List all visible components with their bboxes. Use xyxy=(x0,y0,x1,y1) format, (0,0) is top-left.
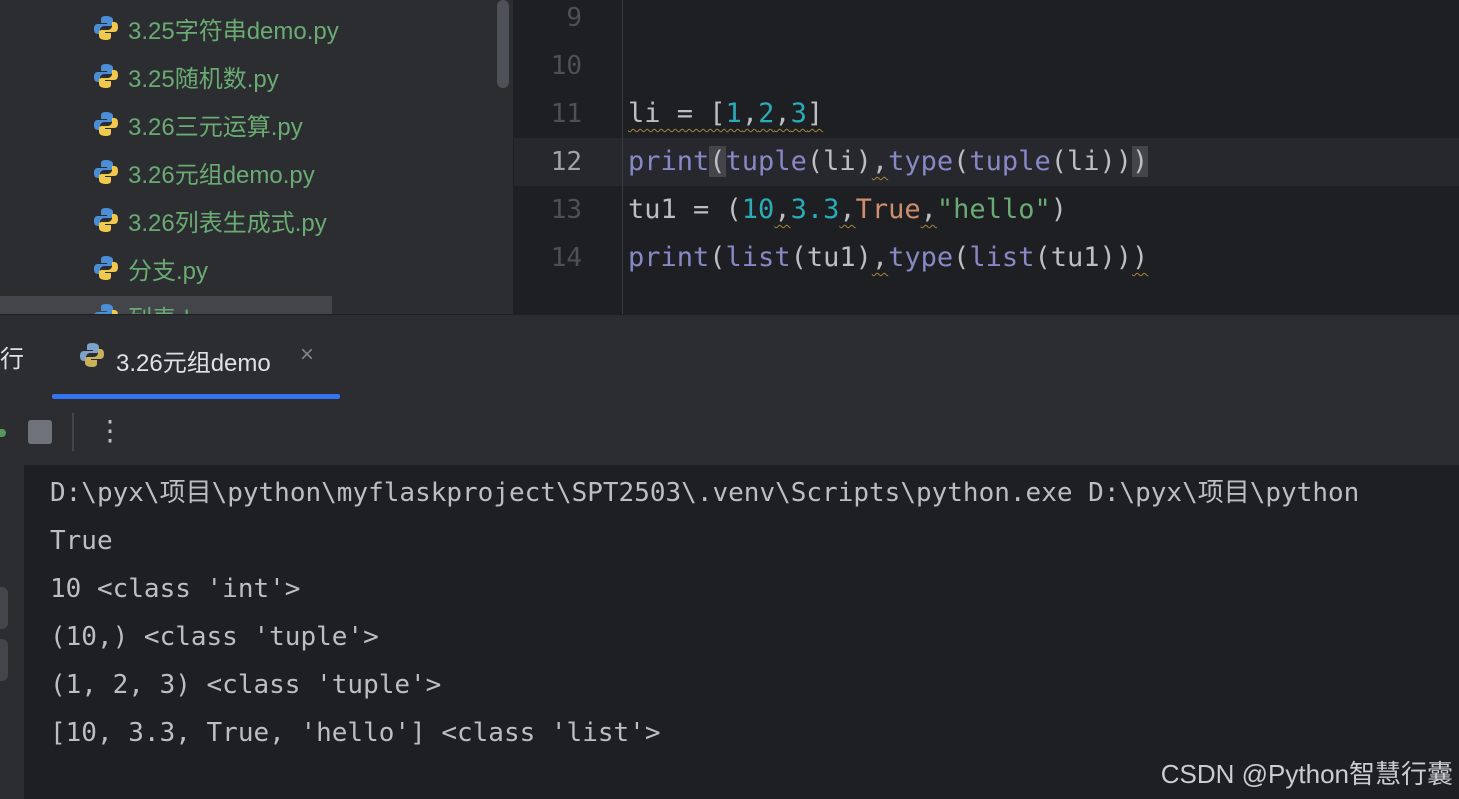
gutter-separator xyxy=(622,0,623,314)
code-line-content[interactable]: print(tuple(li),type(tuple(li))) xyxy=(628,138,1149,186)
rerun-icon[interactable] xyxy=(0,429,6,437)
console-line: (1, 2, 3) <class 'tuple'> xyxy=(50,670,442,700)
editor-line: 10 xyxy=(514,42,1459,90)
run-tab-label: 3.26元组demo xyxy=(116,350,271,377)
toolbar-separator xyxy=(72,413,74,451)
console-line: True xyxy=(50,526,113,556)
python-file-icon xyxy=(94,112,118,136)
close-icon[interactable]: × xyxy=(300,341,314,369)
line-number: 14 xyxy=(550,243,582,273)
python-file-icon xyxy=(94,16,118,40)
tree-file-label: 3.26列表生成式.py xyxy=(128,209,327,237)
tree-file-label: 3.25字符串demo.py xyxy=(128,17,339,45)
editor-line: 11 li = [1,2,3] xyxy=(514,90,1459,138)
tree-file-item[interactable]: 分支.py xyxy=(92,244,208,292)
tree-scrollbar[interactable] xyxy=(497,0,509,88)
watermark: CSDN @Python智慧行囊 xyxy=(1160,759,1453,789)
tree-file-label: 3.26元组demo.py xyxy=(128,161,315,189)
tree-file-label: 3.26三元运算.py xyxy=(128,113,303,141)
tree-file-label: 列表demo.py xyxy=(128,299,268,315)
editor-line: 9 xyxy=(514,0,1459,42)
console-line: [10, 3.3, True, 'hello'] <class 'list'> xyxy=(50,718,661,748)
more-options-icon[interactable]: ⋮ xyxy=(96,415,124,447)
tree-file-item[interactable]: 列表demo.py xyxy=(92,292,268,314)
code-line-content[interactable]: li = [1,2,3] xyxy=(628,90,823,138)
code-editor[interactable]: 9 10 11 li = [1,2,3] 12 print(tuple(li),… xyxy=(514,0,1459,314)
run-window-title: 行 xyxy=(0,346,24,373)
project-tree-panel: 3.25字符串demo.py 3.25随机数.py 3.26三元运算.py 3.… xyxy=(0,0,514,314)
tree-file-label: 分支.py xyxy=(128,257,209,285)
console-side-toolbar xyxy=(0,465,24,799)
editor-line: 13 tu1 = (10,3.3,True,"hello") xyxy=(514,186,1459,234)
console-line: (10,) <class 'tuple'> xyxy=(50,622,379,652)
run-toolbar: ⋮ xyxy=(0,399,1459,465)
editor-line: 14 print(list(tu1),type(list(tu1))) xyxy=(514,234,1459,282)
tree-file-item[interactable]: 3.26列表生成式.py xyxy=(92,196,327,244)
python-file-icon xyxy=(80,343,104,367)
run-tool-window-header: 行 3.26元组demo × xyxy=(0,314,1459,400)
console-line: 10 <class 'int'> xyxy=(50,574,301,604)
python-file-icon xyxy=(94,256,118,280)
line-number: 11 xyxy=(550,99,582,129)
code-line-content[interactable]: tu1 = (10,3.3,True,"hello") xyxy=(628,186,1067,234)
code-line-content[interactable]: print(list(tu1),type(list(tu1))) xyxy=(628,234,1148,282)
line-number: 9 xyxy=(566,3,582,33)
python-file-icon xyxy=(94,160,118,184)
editor-line-current: 12 print(tuple(li),type(tuple(li))) xyxy=(514,138,1459,186)
line-number: 10 xyxy=(550,51,582,81)
tree-file-item[interactable]: 3.25随机数.py xyxy=(92,52,279,100)
console-line: D:\pyx\项目\python\myflaskproject\SPT2503\… xyxy=(50,478,1360,508)
side-toolbar-button[interactable] xyxy=(0,639,8,681)
python-file-icon xyxy=(94,304,118,314)
line-number: 13 xyxy=(550,195,582,225)
side-toolbar-button[interactable] xyxy=(0,587,8,629)
console-output[interactable]: D:\pyx\项目\python\myflaskproject\SPT2503\… xyxy=(0,465,1459,799)
python-file-icon xyxy=(94,64,118,88)
tree-file-item[interactable]: 3.25字符串demo.py xyxy=(92,4,339,52)
python-file-icon xyxy=(94,208,118,232)
run-tab[interactable]: 3.26元组demo × xyxy=(52,315,340,399)
tree-file-item[interactable]: 3.26三元运算.py xyxy=(92,100,303,148)
stop-icon[interactable] xyxy=(28,420,52,444)
line-number: 12 xyxy=(550,147,582,177)
tree-file-item[interactable]: 3.26元组demo.py xyxy=(92,148,315,196)
tree-file-label: 3.25随机数.py xyxy=(128,65,279,93)
